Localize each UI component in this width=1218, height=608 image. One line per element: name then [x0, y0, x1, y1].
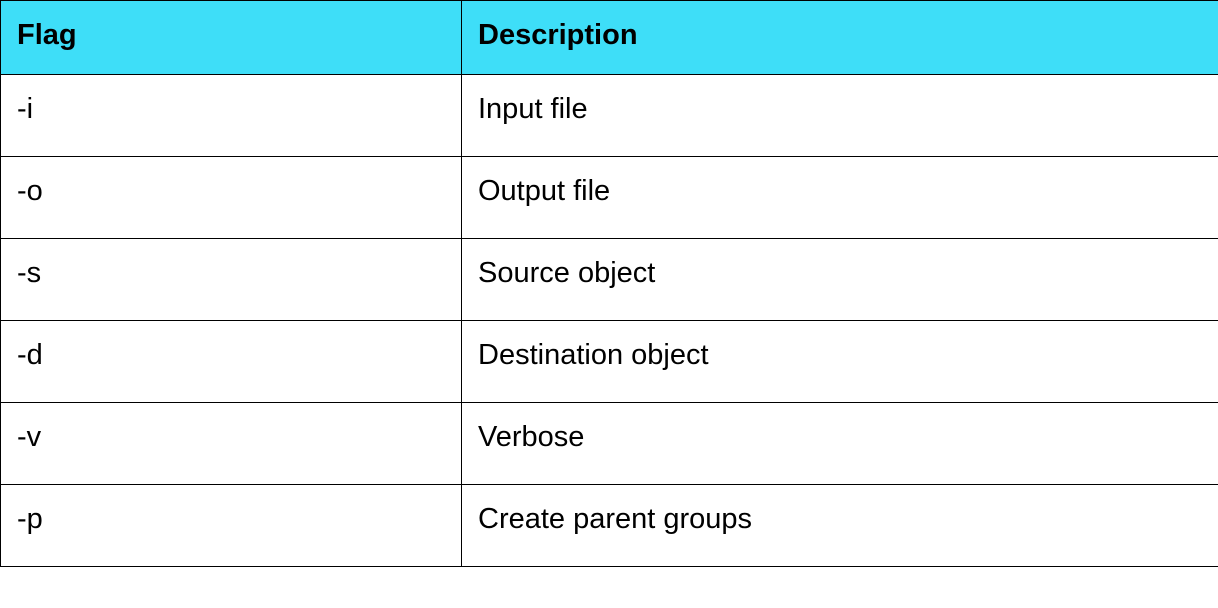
cell-flag: -d	[1, 321, 462, 403]
flags-table: Flag Description -i Input file -o Output…	[0, 0, 1218, 567]
cell-flag: -p	[1, 485, 462, 567]
table-header-row: Flag Description	[1, 1, 1218, 75]
cell-flag: -i	[1, 75, 462, 157]
table-row: -d Destination object	[1, 321, 1218, 403]
cell-flag: -s	[1, 239, 462, 321]
cell-flag: -o	[1, 157, 462, 239]
cell-description: Input file	[462, 75, 1218, 157]
cell-description: Output file	[462, 157, 1218, 239]
table-row: -i Input file	[1, 75, 1218, 157]
cell-description: Verbose	[462, 403, 1218, 485]
cell-description: Create parent groups	[462, 485, 1218, 567]
cell-flag: -v	[1, 403, 462, 485]
header-flag: Flag	[1, 1, 462, 75]
header-description: Description	[462, 1, 1218, 75]
table-row: -s Source object	[1, 239, 1218, 321]
cell-description: Destination object	[462, 321, 1218, 403]
cell-description: Source object	[462, 239, 1218, 321]
table-row: -v Verbose	[1, 403, 1218, 485]
table-row: -p Create parent groups	[1, 485, 1218, 567]
table-row: -o Output file	[1, 157, 1218, 239]
